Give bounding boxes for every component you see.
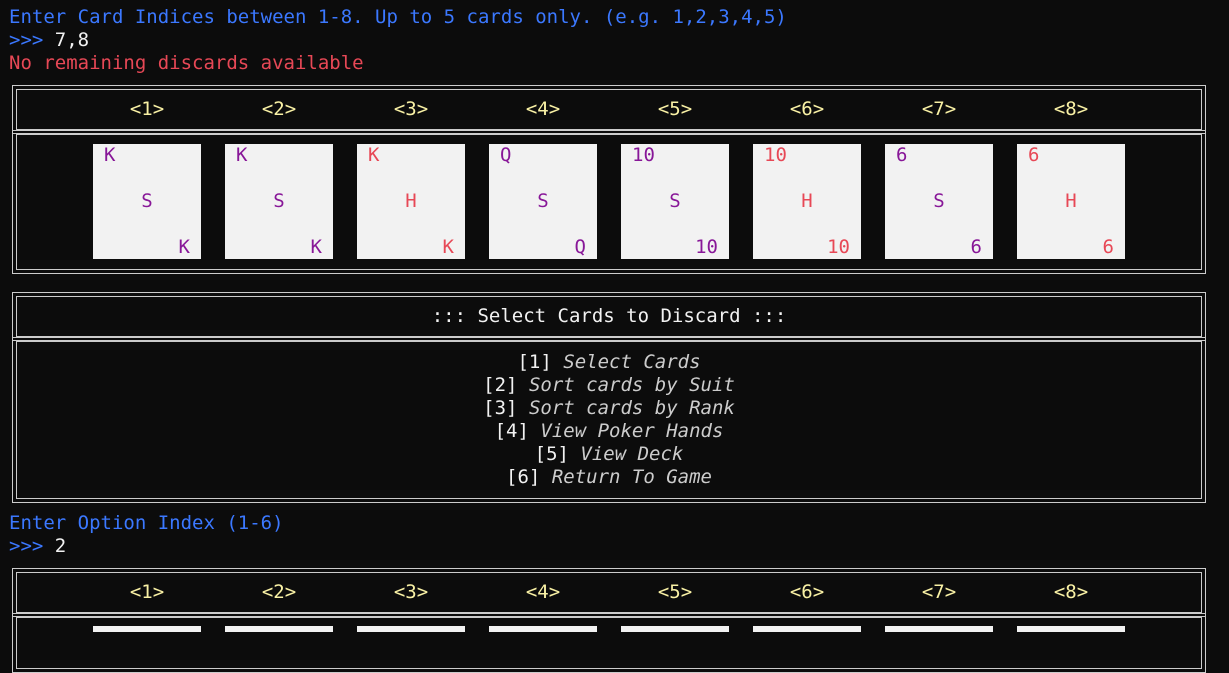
card-suit: S bbox=[273, 190, 285, 212]
entered-indices: 7,8 bbox=[54, 29, 90, 51]
menu-option-number: [2] bbox=[483, 374, 518, 396]
card-suit: S bbox=[141, 190, 153, 212]
hand-index-header bbox=[12, 85, 1206, 134]
card-index-label: <6> bbox=[789, 98, 825, 120]
option-index-prompt: Enter Option Index (1-6) bbox=[9, 512, 284, 534]
menu-option-number: [3] bbox=[483, 397, 518, 419]
menu-option-label: Sort cards by Rank bbox=[528, 397, 735, 419]
card-index-label: <5> bbox=[657, 98, 693, 120]
card-rank-bottom: Q bbox=[574, 236, 586, 258]
card-rank-top: K bbox=[236, 144, 248, 166]
card-rank-top: K bbox=[368, 144, 380, 166]
card-rank-bottom: 6 bbox=[970, 236, 982, 258]
card-rank-top: 10 bbox=[632, 144, 655, 166]
menu-option-label: Select Cards bbox=[563, 351, 701, 373]
playing-card[interactable] bbox=[753, 626, 861, 632]
prompt-symbol: >>> bbox=[9, 29, 55, 51]
playing-card[interactable]: 6 H 6 bbox=[1017, 144, 1125, 259]
playing-card[interactable]: 10 H 10 bbox=[753, 144, 861, 259]
playing-card[interactable] bbox=[1017, 626, 1125, 632]
card-rank-bottom: 10 bbox=[827, 236, 850, 258]
card-rank-bottom: 10 bbox=[695, 236, 718, 258]
card-suit: S bbox=[933, 190, 945, 212]
card-rank-top: Q bbox=[500, 144, 512, 166]
playing-card[interactable] bbox=[489, 626, 597, 632]
card-index-label: <8> bbox=[1053, 98, 1089, 120]
card-suit: H bbox=[405, 190, 417, 212]
card-suit: S bbox=[669, 190, 681, 212]
menu-option-number: [6] bbox=[506, 466, 541, 488]
menu-option-number: [5] bbox=[534, 443, 569, 465]
menu-option-label: Sort cards by Suit bbox=[528, 374, 735, 396]
card-suit: H bbox=[801, 190, 813, 212]
playing-card[interactable]: K H K bbox=[357, 144, 465, 259]
card-index-label: <8> bbox=[1053, 581, 1089, 603]
card-index-label: <4> bbox=[525, 98, 561, 120]
menu-option-label: View Deck bbox=[580, 443, 684, 465]
card-rank-bottom: K bbox=[442, 236, 454, 258]
playing-card[interactable]: Q S Q bbox=[489, 144, 597, 259]
card-suit: S bbox=[537, 190, 549, 212]
card-indices-prompt: Enter Card Indices between 1-8. Up to 5 … bbox=[9, 6, 787, 28]
menu-option[interactable]: [2] Sort cards by Suit bbox=[17, 374, 1201, 397]
card-index-label: <6> bbox=[789, 581, 825, 603]
playing-card[interactable]: K S K bbox=[93, 144, 201, 259]
menu-title: ::: Select Cards to Discard ::: bbox=[431, 305, 787, 327]
menu-option[interactable]: [1] Select Cards bbox=[17, 351, 1201, 374]
error-message: No remaining discards available bbox=[9, 52, 364, 74]
card-rank-top: 6 bbox=[1028, 144, 1040, 166]
card-rank-bottom: K bbox=[178, 236, 190, 258]
playing-card[interactable]: 6 S 6 bbox=[885, 144, 993, 259]
card-index-label: <1> bbox=[129, 98, 165, 120]
card-index-label: <1> bbox=[129, 581, 165, 603]
card-suit: H bbox=[1065, 190, 1077, 212]
menu-option-label: Return To Game bbox=[551, 466, 712, 488]
card-rank-bottom: 6 bbox=[1102, 236, 1114, 258]
playing-card[interactable] bbox=[93, 626, 201, 632]
playing-card[interactable] bbox=[357, 626, 465, 632]
playing-card[interactable]: 10 S 10 bbox=[621, 144, 729, 259]
card-index-label: <2> bbox=[261, 581, 297, 603]
card-index-label: <3> bbox=[393, 581, 429, 603]
input-line-1[interactable]: >>> 7,8 bbox=[9, 29, 89, 52]
menu-option[interactable]: [5] View Deck bbox=[17, 443, 1201, 466]
menu-option[interactable]: [3] Sort cards by Rank bbox=[17, 397, 1201, 420]
prompt-symbol: >>> bbox=[9, 535, 55, 557]
menu-option-label: View Poker Hands bbox=[540, 420, 724, 442]
entered-option: 2 bbox=[54, 535, 67, 557]
card-index-label: <5> bbox=[657, 581, 693, 603]
card-index-label: <3> bbox=[393, 98, 429, 120]
playing-card[interactable]: K S K bbox=[225, 144, 333, 259]
card-index-label: <7> bbox=[921, 581, 957, 603]
hand-index-header-2 bbox=[12, 568, 1206, 617]
card-index-label: <7> bbox=[921, 98, 957, 120]
card-rank-top: 10 bbox=[764, 144, 787, 166]
card-rank-bottom: K bbox=[310, 236, 322, 258]
card-rank-top: 6 bbox=[896, 144, 908, 166]
playing-card[interactable] bbox=[885, 626, 993, 632]
menu-option-number: [1] bbox=[517, 351, 552, 373]
menu-option[interactable]: [4] View Poker Hands bbox=[17, 420, 1201, 443]
hand-cards-panel-2 bbox=[12, 613, 1206, 673]
card-index-label: <2> bbox=[261, 98, 297, 120]
card-index-label: <4> bbox=[525, 581, 561, 603]
input-line-2[interactable]: >>> 2 bbox=[9, 535, 66, 558]
playing-card[interactable] bbox=[621, 626, 729, 632]
menu-option[interactable]: [6] Return To Game bbox=[17, 466, 1201, 489]
card-rank-top: K bbox=[104, 144, 116, 166]
menu-option-number: [4] bbox=[494, 420, 529, 442]
playing-card[interactable] bbox=[225, 626, 333, 632]
